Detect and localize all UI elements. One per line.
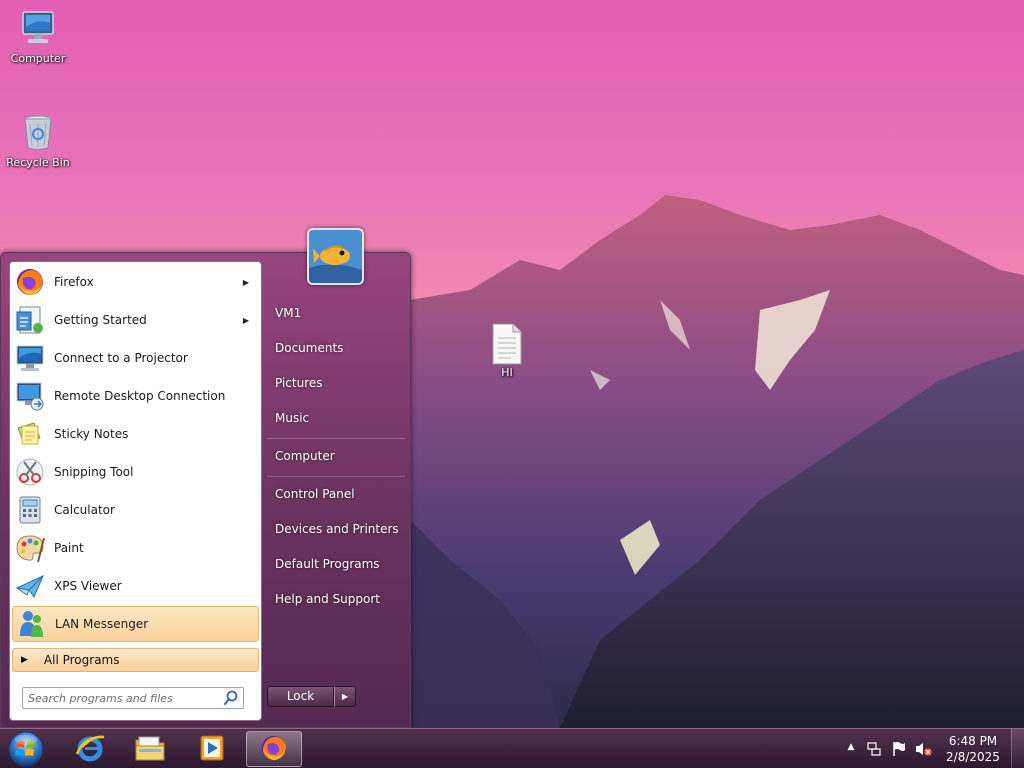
place-item-help-and-support[interactable]: Help and Support [267, 584, 405, 614]
program-label: Connect to a Projector [54, 351, 188, 365]
program-item-remote-desktop-connection[interactable]: Remote Desktop Connection [12, 378, 259, 414]
start-button[interactable] [6, 730, 46, 768]
recycle-bin-icon [18, 112, 58, 152]
lock-button[interactable]: Lock [267, 686, 334, 707]
place-item-control-panel[interactable]: Control Panel [267, 479, 405, 509]
search-icon[interactable] [222, 689, 240, 707]
program-item-lan-messenger[interactable]: LAN Messenger [12, 606, 259, 642]
all-programs-label: All Programs [43, 653, 120, 667]
place-item-documents[interactable]: Documents [267, 333, 405, 363]
program-label: Sticky Notes [54, 427, 129, 441]
program-label: Paint [54, 541, 84, 555]
place-item-computer[interactable]: Computer [267, 441, 405, 471]
desktop-icon-recycle-bin[interactable]: Recycle Bin [2, 112, 74, 169]
program-item-xps-viewer[interactable]: XPS Viewer [12, 568, 259, 604]
program-item-sticky-notes[interactable]: Sticky Notes [12, 416, 259, 452]
desktop-icon-label: Recycle Bin [6, 156, 70, 169]
internet-explorer-icon [74, 732, 106, 767]
show-desktop-button[interactable] [1011, 729, 1024, 768]
paint-palette-icon [14, 532, 46, 564]
place-item-music[interactable]: Music [267, 403, 405, 433]
desktop-icon-label: Computer [10, 52, 66, 65]
search-input[interactable] [23, 689, 222, 707]
program-item-paint[interactable]: Paint [12, 530, 259, 566]
clock-time: 6:48 PM [948, 734, 998, 748]
volume-muted-icon[interactable] [915, 741, 932, 757]
sticky-notes-icon [14, 418, 46, 450]
firefox-icon [259, 733, 289, 766]
place-item-pictures[interactable]: Pictures [267, 368, 405, 398]
calculator-icon [14, 494, 46, 526]
submenu-arrow-icon: ▶ [242, 277, 249, 287]
getting-started-icon [14, 304, 46, 336]
computer-icon [18, 8, 58, 48]
program-item-getting-started[interactable]: Getting Started ▶ [12, 302, 259, 338]
place-item-devices-and-printers[interactable]: Devices and Printers [267, 514, 405, 544]
shutdown-options-arrow-icon[interactable]: ▶ [334, 686, 356, 707]
lan-messenger-icon [15, 608, 47, 640]
separator [267, 438, 405, 439]
media-player-icon [196, 732, 228, 767]
taskbar-firefox[interactable] [246, 731, 302, 767]
program-label: Getting Started [54, 313, 147, 327]
user-account-picture[interactable] [307, 228, 364, 285]
network-icon[interactable] [866, 741, 882, 757]
program-item-calculator[interactable]: Calculator [12, 492, 259, 528]
program-label: XPS Viewer [54, 579, 122, 593]
text-file-icon [487, 322, 527, 365]
start-menu: Firefox ▶ Getting Started ▶ Connect to a… [0, 252, 411, 728]
taskbar-internet-explorer[interactable] [62, 731, 118, 767]
triangle-right-icon: ▶ [21, 655, 28, 665]
separator [267, 476, 405, 477]
projector-icon [14, 342, 46, 374]
program-item-connect-to-a-projector[interactable]: Connect to a Projector [12, 340, 259, 376]
remote-desktop-icon [14, 380, 46, 412]
desktop-icon-computer[interactable]: Computer [2, 8, 74, 65]
program-label: LAN Messenger [55, 617, 149, 631]
program-label: Snipping Tool [54, 465, 134, 479]
desktop-icon-label: HI [501, 366, 513, 379]
program-item-snipping-tool[interactable]: Snipping Tool [12, 454, 259, 490]
taskbar-file-explorer[interactable] [122, 731, 178, 767]
system-clock[interactable]: 6:48 PM 2/8/2025 [940, 733, 1006, 765]
all-programs-button[interactable]: ▶ All Programs [12, 648, 259, 672]
start-menu-programs-pane: Firefox ▶ Getting Started ▶ Connect to a… [9, 261, 262, 721]
program-label: Firefox [54, 275, 94, 289]
clock-date: 2/8/2025 [946, 750, 1000, 764]
xps-viewer-icon [14, 570, 46, 602]
place-item-default-programs[interactable]: Default Programs [267, 549, 405, 579]
taskbar-media-player[interactable] [184, 731, 240, 767]
submenu-arrow-icon: ▶ [242, 315, 249, 325]
taskbar: ▲ 6:48 PM 2/8/2025 [0, 728, 1024, 768]
desktop-icon-hi-file[interactable]: HI [471, 322, 543, 379]
program-label: Remote Desktop Connection [54, 389, 226, 403]
place-item-vm1[interactable]: VM1 [267, 298, 405, 328]
firefox-icon [14, 266, 46, 298]
search-box [22, 687, 244, 709]
action-center-flag-icon[interactable] [891, 741, 907, 757]
show-hidden-icons-icon[interactable]: ▲ [843, 742, 859, 758]
program-item-firefox[interactable]: Firefox ▶ [12, 264, 259, 300]
program-label: Calculator [54, 503, 115, 517]
start-menu-places-pane: VM1 Documents Pictures Music Computer Co… [262, 253, 412, 729]
scissors-icon [14, 456, 46, 488]
file-explorer-icon [133, 732, 167, 767]
